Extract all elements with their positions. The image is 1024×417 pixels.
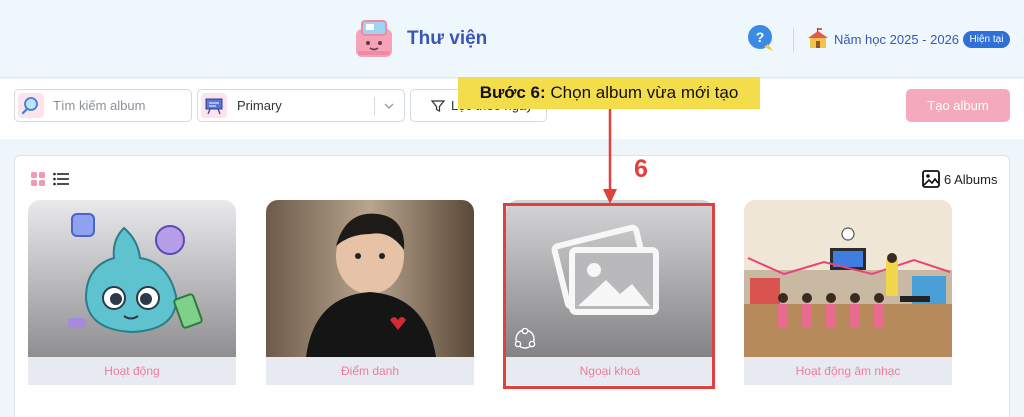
select-separator (374, 97, 375, 115)
search-icon (21, 97, 38, 115)
tutorial-callout: Bước 6: Chọn album vừa mới tạo (458, 77, 760, 109)
list-view-icon[interactable] (53, 172, 69, 186)
school-year-label[interactable]: Năm học 2025 - 2026 (834, 32, 959, 47)
school-icon (808, 28, 828, 48)
svg-text:?: ? (756, 29, 765, 45)
callout-step-text: Chọn album vừa mới tạo (545, 83, 739, 102)
album-card[interactable]: Điểm danh (266, 200, 474, 385)
album-card[interactable]: Hoạt động âm nhạc (744, 200, 952, 385)
image-icon (922, 170, 940, 188)
search-icon-badge (18, 93, 44, 118)
current-year-badge: Hiện tại (963, 31, 1010, 48)
library-page: Thư viện ? Năm học 2025 - 2026 Hiện tại (0, 0, 1024, 417)
app-header: Thư viện ? Năm học 2025 - 2026 Hiện tại (0, 0, 1024, 78)
album-cover-classroom (744, 200, 952, 357)
help-icon[interactable]: ? (746, 24, 776, 54)
album-title: Hoạt động âm nhạc (744, 357, 952, 385)
page-title: Thư viện (407, 28, 488, 49)
grade-select[interactable]: Primary (197, 89, 405, 122)
grid-view-icon[interactable] (31, 172, 45, 186)
step-number: 6 (634, 155, 648, 183)
classroom-board-icon (205, 98, 223, 115)
library-logo-icon (356, 20, 392, 57)
callout-step-prefix: Bước 6: (479, 83, 546, 102)
create-album-button[interactable]: Tạo album (906, 89, 1010, 122)
filter-icon (431, 100, 445, 112)
arrow-down-icon (603, 109, 617, 204)
album-cover-photo (266, 200, 474, 357)
album-card[interactable]: Hoạt động (28, 200, 236, 385)
chevron-down-icon[interactable] (382, 99, 396, 113)
header-divider (793, 28, 794, 52)
grade-selected-value: Primary (237, 98, 282, 113)
grade-icon-badge (201, 93, 227, 118)
search-field[interactable] (14, 89, 192, 122)
album-title: Điểm danh (266, 357, 474, 385)
album-title: Hoạt động (28, 357, 236, 385)
step-highlight-box (503, 203, 715, 389)
album-count: 6 Albums (944, 172, 998, 187)
search-input[interactable] (53, 98, 189, 113)
album-cover-mascot (28, 200, 236, 357)
